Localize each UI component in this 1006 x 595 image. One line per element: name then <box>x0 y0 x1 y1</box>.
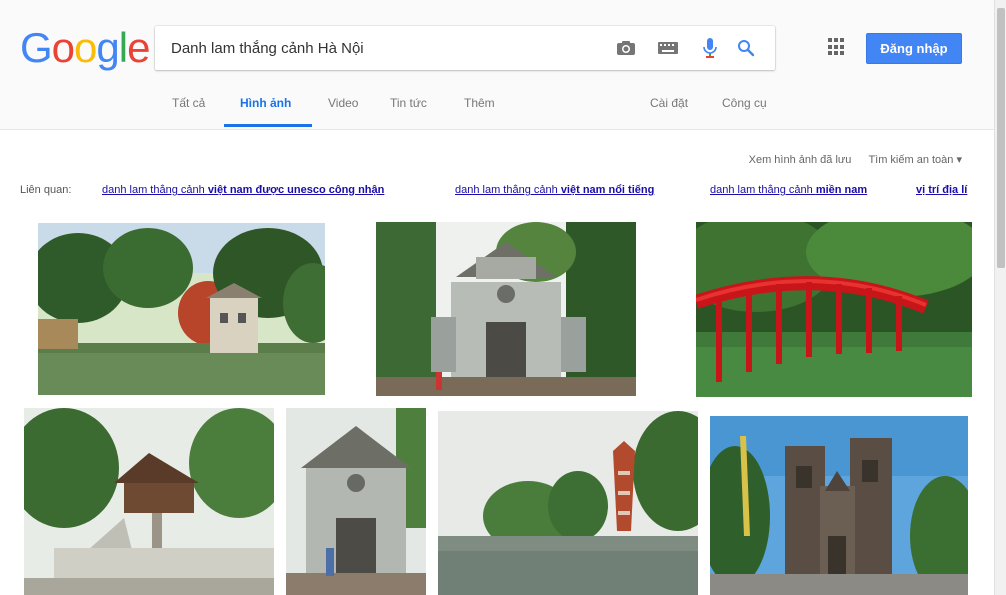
related-chip[interactable]: danh lam thắng cảnh việt nam nổi tiếng <box>455 184 654 196</box>
image-thumbnail-one-pillar-pagoda[interactable] <box>24 408 274 595</box>
logo-letter: G <box>20 24 53 71</box>
related-chip[interactable]: danh lam thắng cảnh miền nam <box>710 184 867 196</box>
keyboard-icon[interactable] <box>657 38 679 58</box>
logo-letter: l <box>118 24 128 71</box>
google-logo[interactable]: Google <box>20 24 150 71</box>
related-chip-bold: miền nam <box>815 184 868 196</box>
related-label: Liên quan: <box>20 184 72 196</box>
related-chip-prefix: danh lam thắng cảnh <box>710 184 816 196</box>
scrollbar-thumb[interactable] <box>997 8 1005 268</box>
tab-more[interactable]: Thêm <box>464 96 495 110</box>
image-thumbnail-st-joseph-cathedral[interactable] <box>710 416 968 595</box>
search-tabs: Tất cả Hình ảnh Video Tin tức Thêm Cài đ… <box>0 90 994 130</box>
sign-in-button[interactable]: Đăng nhập <box>866 33 962 64</box>
related-chip-bold: việt nam nổi tiếng <box>560 184 655 196</box>
tab-tools[interactable]: Công cụ <box>722 96 767 110</box>
tab-news[interactable]: Tin tức <box>390 96 427 110</box>
related-searches: Liên quan: danh lam thắng cảnh việt nam … <box>20 184 980 200</box>
image-thumbnail-temple-gate[interactable] <box>376 222 636 396</box>
saved-images-link[interactable]: Xem hình ảnh đã lưu <box>749 154 852 166</box>
vertical-scrollbar[interactable] <box>994 0 1006 595</box>
related-chip-bold: việt nam được unesco công nhận <box>207 184 385 196</box>
image-thumbnail-red-bridge[interactable] <box>696 222 972 397</box>
tab-video[interactable]: Video <box>328 96 358 110</box>
related-chip[interactable]: vị trí địa lí <box>916 184 967 196</box>
tab-images[interactable]: Hình ảnh <box>240 96 291 110</box>
safe-search-dropdown[interactable]: Tìm kiếm an toàn ▾ <box>868 154 962 166</box>
apps-grid-icon[interactable] <box>828 38 846 56</box>
logo-letter: e <box>127 24 150 71</box>
related-chip[interactable]: danh lam thắng cảnh việt nam được unesco… <box>102 184 384 196</box>
logo-letter: o <box>74 24 97 71</box>
active-tab-indicator <box>224 124 312 127</box>
image-thumbnail-tran-quoc-pagoda[interactable] <box>438 411 698 595</box>
search-box <box>155 26 775 70</box>
tools-row: Xem hình ảnh đã lưu Tìm kiếm an toàn ▾ <box>735 153 962 166</box>
tab-all[interactable]: Tất cả <box>172 96 205 110</box>
image-thumbnail-temple-gate-2[interactable] <box>286 408 426 595</box>
search-icon[interactable] <box>735 38 757 58</box>
header: Google Đăng nhập Tất cả Hình ảnh Video T… <box>0 0 994 130</box>
search-input[interactable] <box>171 26 601 70</box>
camera-icon[interactable] <box>615 38 637 58</box>
related-chip-prefix: danh lam thắng cảnh <box>455 184 561 196</box>
related-chip-bold: vị trí địa lí <box>916 184 968 196</box>
image-thumbnail-turtle-tower[interactable] <box>38 223 325 395</box>
logo-letter: o <box>51 24 75 71</box>
tab-settings[interactable]: Cài đặt <box>650 96 688 110</box>
logo-letter: g <box>96 24 119 71</box>
mic-icon[interactable] <box>699 38 721 58</box>
related-chip-prefix: danh lam thắng cảnh <box>102 184 208 196</box>
